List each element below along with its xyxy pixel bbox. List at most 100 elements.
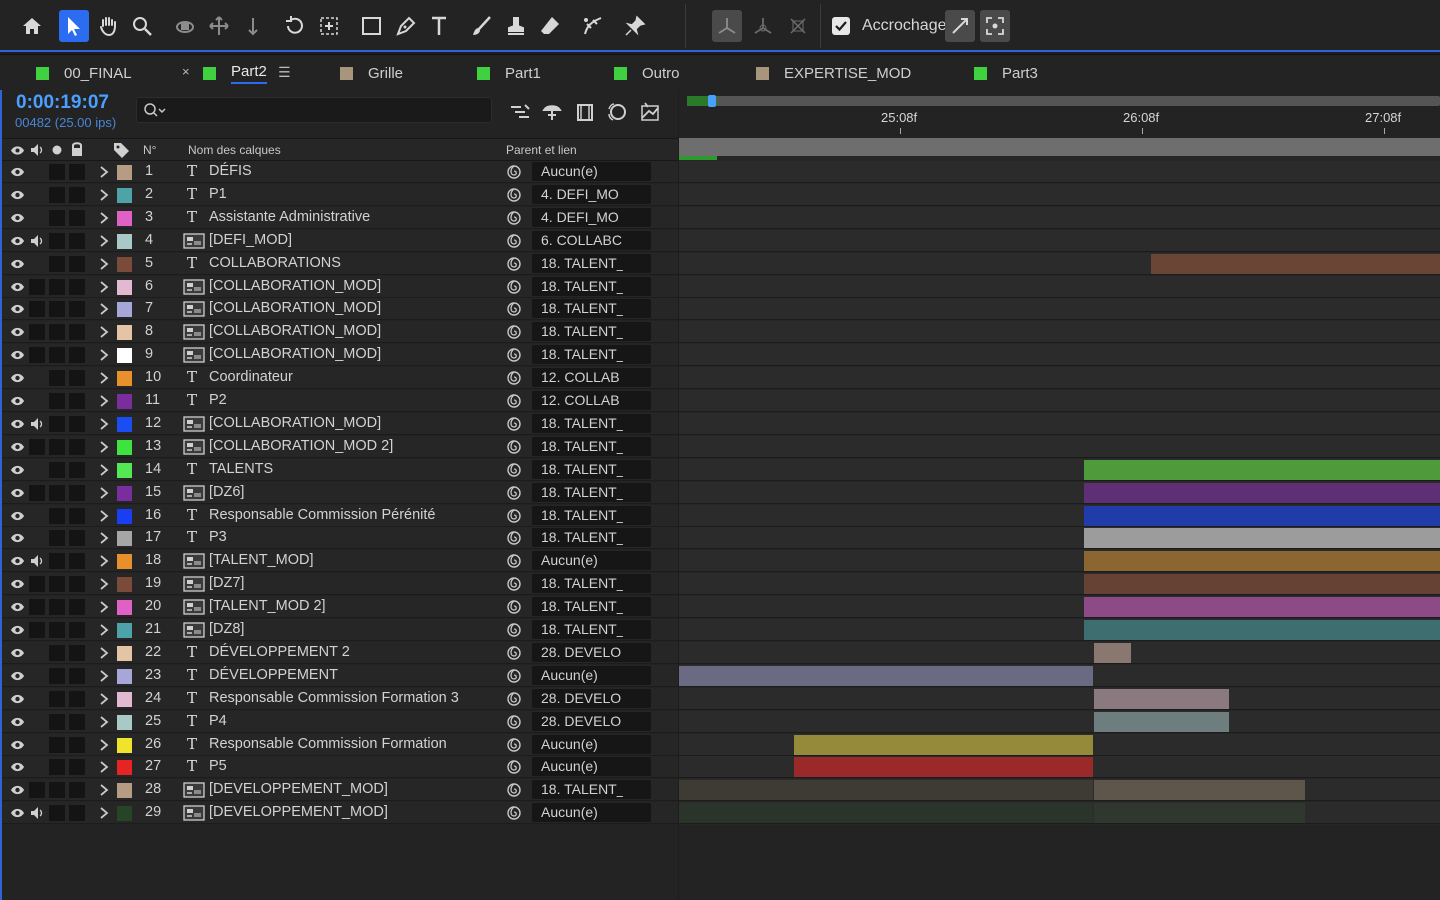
- solo-switch[interactable]: [49, 576, 65, 593]
- timeline-track[interactable]: [679, 619, 1440, 641]
- label-column-icon[interactable]: [112, 141, 130, 159]
- lock-switch[interactable]: [69, 599, 85, 616]
- time-navigator[interactable]: [687, 96, 1440, 106]
- parent-dropdown[interactable]: 18. TALENT_: [532, 574, 651, 594]
- layer-label-color[interactable]: [117, 394, 132, 409]
- lock-switch[interactable]: [69, 164, 85, 180]
- expand-chevron-icon[interactable]: [98, 188, 110, 202]
- solo-switch[interactable]: [49, 209, 65, 226]
- column-number[interactable]: N°: [143, 143, 156, 157]
- parent-pick-whip-icon[interactable]: [506, 782, 522, 798]
- solo-switch[interactable]: [49, 324, 65, 341]
- lock-switch[interactable]: [69, 622, 85, 638]
- lock-switch[interactable]: [69, 759, 85, 776]
- layer-row[interactable]: 24 T Responsable Commission Formation 3 28.…: [2, 687, 678, 710]
- parent-pick-whip-icon[interactable]: [506, 599, 522, 615]
- layer-label-color[interactable]: [117, 737, 132, 753]
- layer-name[interactable]: Responsable Commission Formation 3: [209, 690, 459, 706]
- expand-chevron-icon[interactable]: [98, 234, 110, 248]
- time-ruler[interactable]: 25:08f 26:08f 27:08f: [679, 90, 1440, 138]
- parent-dropdown[interactable]: Aucun(e): [532, 551, 651, 571]
- expand-chevron-icon[interactable]: [98, 257, 110, 271]
- parent-pick-whip-icon[interactable]: [506, 645, 522, 661]
- layer-label-color[interactable]: [117, 325, 132, 341]
- lock-switch[interactable]: [69, 736, 85, 753]
- expand-chevron-icon[interactable]: [98, 417, 110, 431]
- solo-switch[interactable]: [49, 507, 65, 524]
- parent-pick-whip-icon[interactable]: [506, 416, 522, 432]
- timeline-track[interactable]: [679, 550, 1440, 573]
- parent-pick-whip-icon[interactable]: [506, 233, 522, 249]
- layer-label-color[interactable]: [117, 439, 132, 455]
- solo-column-icon[interactable]: [52, 145, 62, 155]
- layer-duration-bar[interactable]: [1094, 711, 1229, 732]
- layer-label-color[interactable]: [117, 691, 132, 707]
- layer-name[interactable]: DÉVELOPPEMENT 2: [209, 644, 350, 660]
- layer-name[interactable]: Coordinateur: [209, 369, 293, 385]
- pan-icon[interactable]: [204, 10, 234, 42]
- layer-name[interactable]: P1: [209, 186, 227, 202]
- layer-duration-bar[interactable]: [1084, 505, 1440, 526]
- parent-dropdown[interactable]: 28. DEVELO: [532, 688, 651, 708]
- layer-label-color[interactable]: [117, 531, 132, 547]
- layer-name[interactable]: Responsable Commission Formation: [209, 736, 447, 752]
- timeline-track[interactable]: [679, 390, 1440, 412]
- visibility-eye-icon[interactable]: [10, 349, 25, 361]
- solo-switch[interactable]: [49, 393, 65, 409]
- solo-switch[interactable]: [49, 713, 65, 730]
- parent-pick-whip-icon[interactable]: [506, 805, 522, 821]
- expand-chevron-icon[interactable]: [98, 486, 110, 500]
- visibility-eye-icon[interactable]: [10, 418, 25, 430]
- lock-switch[interactable]: [69, 255, 85, 272]
- solo-switch[interactable]: [49, 484, 65, 501]
- timeline-track[interactable]: [679, 481, 1440, 504]
- visibility-eye-icon[interactable]: [10, 555, 25, 567]
- expand-chevron-icon[interactable]: [98, 554, 110, 568]
- frame-blending-icon[interactable]: [574, 101, 596, 123]
- parent-pick-whip-icon[interactable]: [506, 462, 522, 478]
- expand-chevron-icon[interactable]: [98, 371, 110, 385]
- audio-switch[interactable]: [29, 484, 45, 501]
- parent-dropdown[interactable]: Aucun(e): [532, 734, 651, 754]
- snap-checkbox[interactable]: [832, 17, 850, 35]
- audio-switch[interactable]: [29, 622, 45, 638]
- layer-label-color[interactable]: [117, 256, 132, 272]
- lock-switch[interactable]: [69, 530, 85, 547]
- audio-switch[interactable]: [29, 324, 45, 341]
- rotate-icon[interactable]: [280, 10, 310, 42]
- lock-switch[interactable]: [69, 186, 85, 203]
- parent-pick-whip-icon[interactable]: [506, 256, 522, 272]
- shy-layers-icon[interactable]: [541, 101, 563, 123]
- layer-label-color[interactable]: [117, 279, 132, 295]
- brush-icon[interactable]: [467, 10, 497, 42]
- layer-label-color[interactable]: [117, 187, 132, 203]
- timeline-track[interactable]: [679, 596, 1440, 619]
- visibility-eye-icon[interactable]: [10, 532, 25, 544]
- audio-switch[interactable]: [29, 438, 45, 455]
- parent-dropdown[interactable]: Aucun(e): [532, 665, 651, 685]
- orbit-icon[interactable]: [170, 10, 200, 42]
- timeline-track[interactable]: [679, 573, 1440, 596]
- expand-chevron-icon[interactable]: [98, 760, 110, 774]
- expand-chevron-icon[interactable]: [98, 646, 110, 660]
- timeline-track[interactable]: [679, 344, 1440, 367]
- lock-switch[interactable]: [69, 301, 85, 318]
- visibility-eye-icon[interactable]: [10, 670, 25, 682]
- pen-icon[interactable]: [391, 10, 421, 42]
- layer-label-color[interactable]: [117, 668, 132, 684]
- timeline-track[interactable]: [679, 641, 1440, 664]
- axis-world-icon[interactable]: [748, 10, 778, 42]
- visibility-eye-icon[interactable]: [10, 578, 25, 590]
- layer-duration-bar[interactable]: [1151, 253, 1440, 274]
- layer-row[interactable]: 20 [TALENT_MOD 2] 18. TALENT_: [2, 596, 678, 619]
- visibility-eye-icon[interactable]: [10, 326, 25, 338]
- parent-pick-whip-icon[interactable]: [506, 714, 522, 730]
- expand-chevron-icon[interactable]: [98, 509, 110, 523]
- parent-pick-whip-icon[interactable]: [506, 210, 522, 226]
- solo-switch[interactable]: [49, 667, 65, 684]
- lock-switch[interactable]: [69, 782, 85, 799]
- layer-label-color[interactable]: [117, 371, 132, 387]
- tab-grille[interactable]: Grille: [340, 55, 403, 91]
- parent-dropdown[interactable]: Aucun(e): [532, 803, 651, 823]
- visibility-eye-icon[interactable]: [10, 761, 25, 773]
